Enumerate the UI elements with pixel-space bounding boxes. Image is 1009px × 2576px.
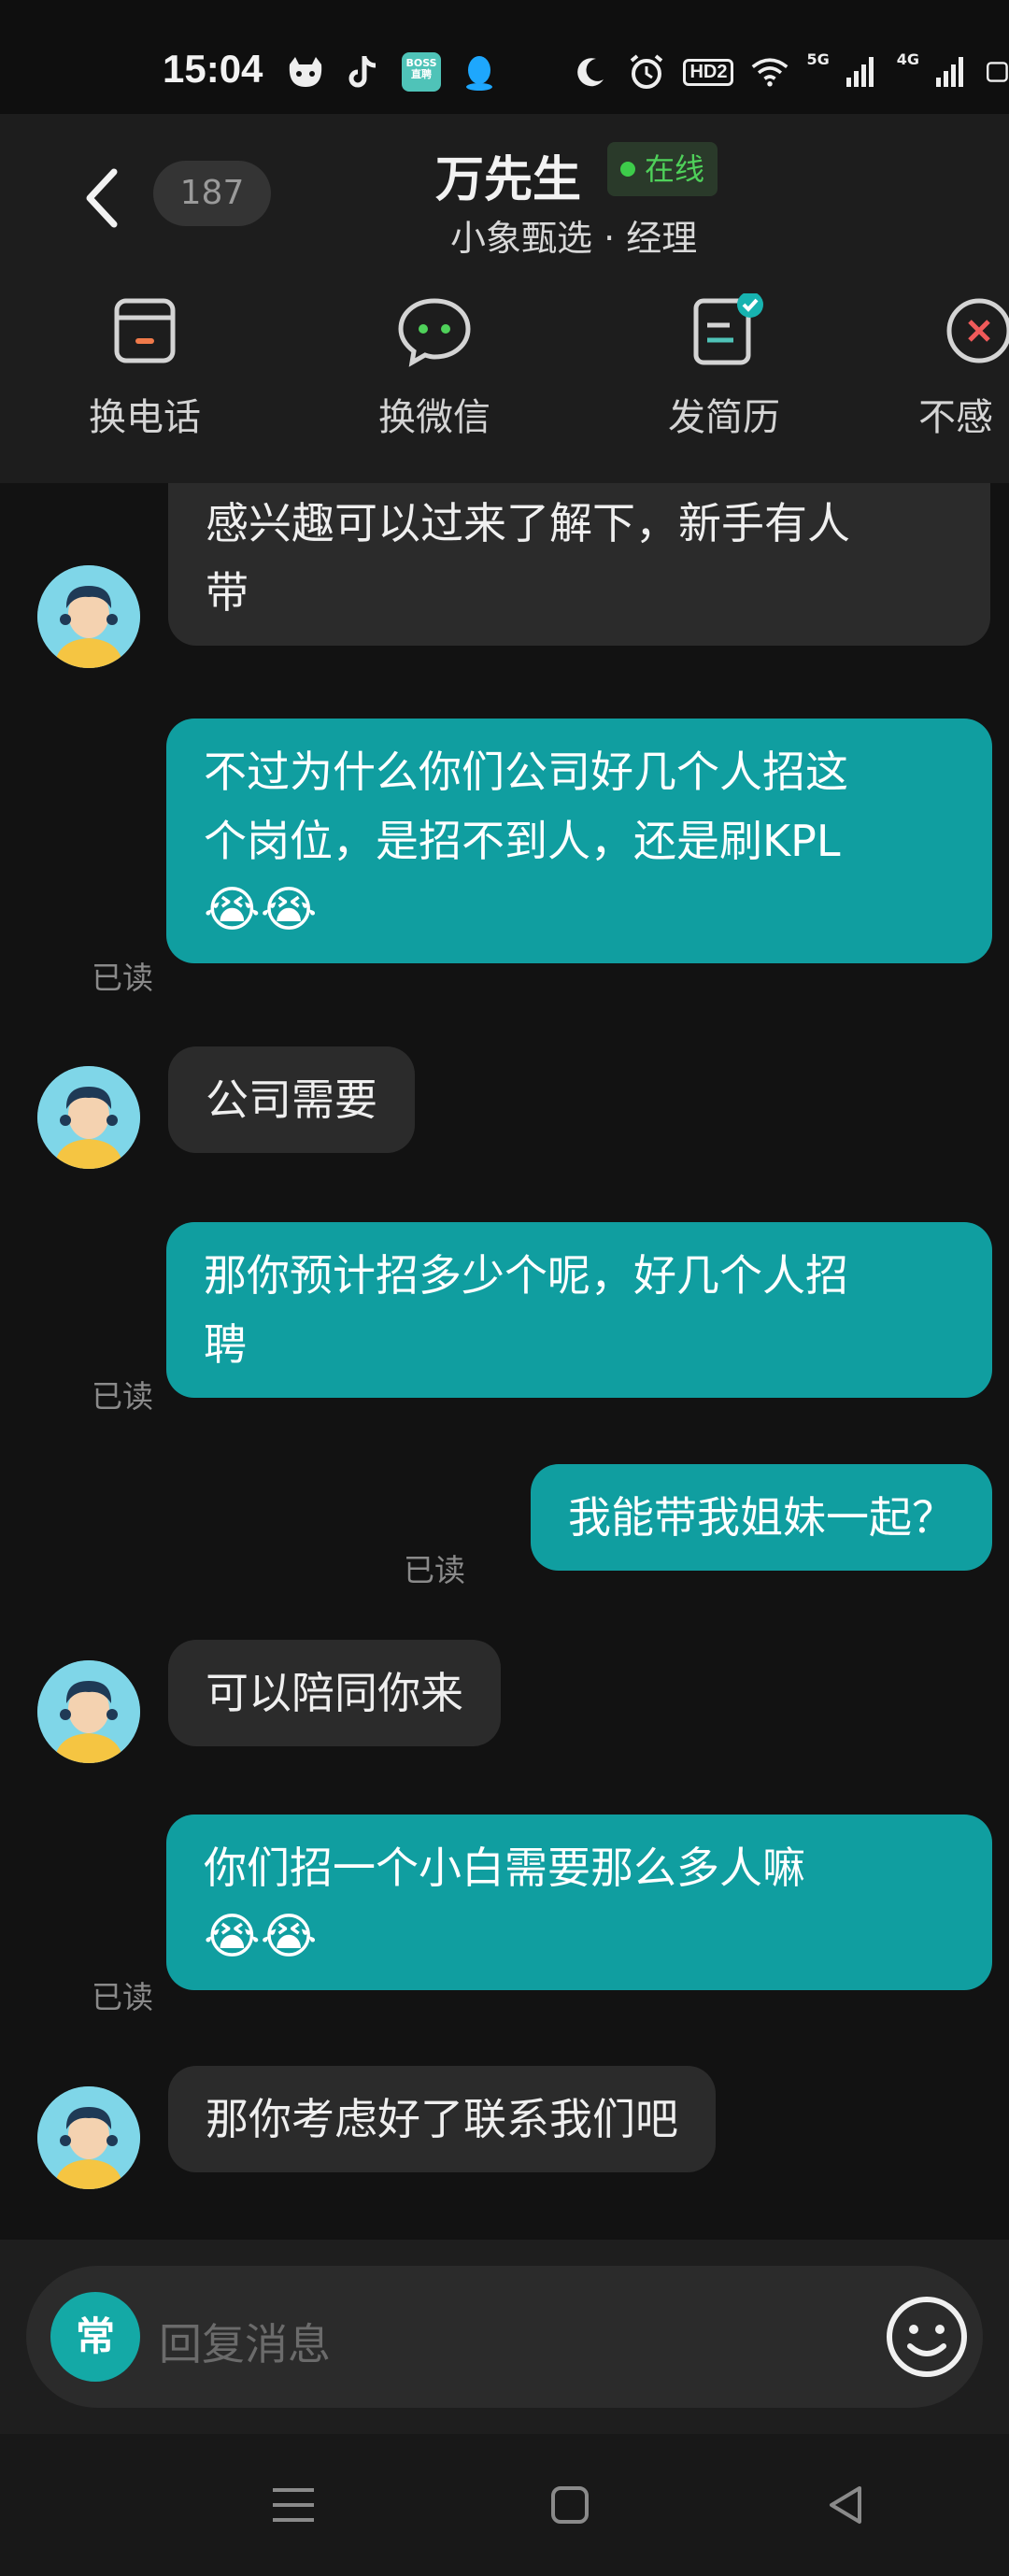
back-triangle-icon — [830, 2486, 861, 2524]
wifi-icon — [750, 52, 789, 92]
not-interested-button[interactable]: 不感 — [916, 293, 1009, 471]
common-phrases-button[interactable]: 常 — [50, 2292, 140, 2382]
system-icons: HD2 5G 4G — [571, 49, 1009, 95]
send-resume-button[interactable]: 发简历 — [631, 292, 817, 471]
back-nav-button[interactable] — [818, 2477, 874, 2533]
crying-emoji: 😭😭 — [204, 1909, 318, 1965]
message-line: 个岗位，是招不到人，还是刷KPL — [204, 816, 841, 866]
system-navigation-bar — [0, 2434, 1009, 2576]
contact-avatar[interactable] — [37, 1660, 140, 1763]
contact-avatar[interactable] — [37, 1066, 140, 1169]
message-input[interactable]: 常 回复消息 — [26, 2266, 983, 2408]
swap-wechat-button[interactable]: 换微信 — [341, 293, 528, 471]
online-status-badge: 在线 — [607, 142, 718, 196]
quick-actions-bar: 换电话 换微信 发简历 不感 — [0, 292, 1009, 471]
home-button[interactable] — [542, 2477, 598, 2533]
contact-avatar[interactable] — [37, 2086, 140, 2189]
read-receipt: 已读 — [404, 1552, 465, 1588]
net-4g-label: 4G — [896, 50, 919, 68]
menu-icon — [273, 2488, 314, 2522]
tiktok-icon — [344, 52, 383, 92]
read-receipt: 已读 — [92, 1979, 153, 2015]
message-line: 你们招一个小白需要那么多人嘛 — [204, 1843, 805, 1893]
wechat-bubble-icon — [397, 293, 472, 368]
message-line: 感兴趣可以过来了解下，新手有人 — [206, 498, 850, 548]
signal-5g-icon — [841, 52, 880, 92]
unread-count-badge[interactable]: 187 — [153, 161, 271, 226]
contact-name[interactable]: 万先生 — [435, 140, 581, 210]
not-interested-label: 不感 — [918, 396, 993, 439]
input-placeholder: 回复消息 — [159, 2319, 331, 2370]
signal-4g-icon — [931, 52, 970, 92]
message-line: 我能带我姐妹一起？ — [568, 1492, 955, 1543]
smiley-icon — [887, 2297, 967, 2377]
emoji-button[interactable] — [884, 2294, 970, 2380]
contact-avatar[interactable] — [37, 565, 140, 668]
chevron-left-icon — [86, 168, 118, 228]
net-5g-label: 5G — [806, 50, 830, 68]
swap-phone-button[interactable]: 换电话 — [51, 293, 238, 471]
read-receipt: 已读 — [92, 1378, 153, 1415]
home-square-icon — [551, 2486, 589, 2524]
qq-icon — [460, 52, 499, 92]
status-time: 15:04 — [163, 47, 263, 91]
battery-icon — [987, 52, 1009, 92]
message-line: 公司需要 — [206, 1075, 377, 1125]
outgoing-message-bubble[interactable]: 我能带我姐妹一起？ — [531, 1464, 992, 1571]
incoming-message-bubble[interactable]: 感兴趣可以过来了解下，新手有人 带 — [168, 483, 990, 646]
moon-icon — [571, 52, 610, 92]
online-dot-icon — [620, 162, 635, 177]
incoming-message-bubble[interactable]: 公司需要 — [168, 1046, 415, 1153]
message-line: 带 — [206, 567, 249, 618]
message-line: 那你考虑好了联系我们吧 — [206, 2094, 678, 2144]
swap-wechat-label: 换微信 — [378, 396, 490, 439]
online-status-label: 在线 — [645, 151, 705, 187]
outgoing-message-bubble[interactable]: 你们招一个小白需要那么多人嘛 😭😭 — [166, 1815, 992, 1990]
phone-card-icon — [107, 293, 182, 368]
message-line: 那你预计招多少个呢，好几个人招 — [204, 1250, 848, 1301]
recent-apps-button[interactable] — [265, 2477, 321, 2533]
contact-company-title[interactable]: 小象甄选 · 经理 — [450, 209, 697, 261]
status-bar: 15:04 BOSS直聘 HD2 5G 4G — [0, 0, 1009, 114]
crying-emoji: 😭😭 — [204, 882, 318, 938]
read-receipt: 已读 — [92, 960, 153, 996]
message-line: 可以陪同你来 — [206, 1668, 463, 1718]
incoming-message-bubble[interactable]: 可以陪同你来 — [168, 1640, 501, 1746]
notification-icons: BOSS直聘 — [286, 49, 499, 95]
send-resume-label: 发简历 — [668, 396, 780, 439]
message-line: 不过为什么你们公司好几个人招这 — [204, 747, 848, 797]
alarm-icon — [627, 52, 666, 92]
resume-check-icon — [687, 292, 763, 368]
incoming-message-bubble[interactable]: 那你考虑好了联系我们吧 — [168, 2066, 716, 2172]
boss-zhipin-icon: BOSS直聘 — [402, 52, 441, 92]
message-input-bar: 常 回复消息 — [0, 2240, 1009, 2434]
outgoing-message-bubble[interactable]: 那你预计招多少个呢，好几个人招 聘 — [166, 1222, 992, 1398]
message-line: 聘 — [204, 1319, 247, 1370]
chat-header: 187 万先生 在线 小象甄选 · 经理 换电话 换微信 发简历 不感 — [0, 114, 1009, 483]
cat-app-icon — [286, 52, 325, 92]
not-interested-icon — [942, 293, 1009, 368]
back-button[interactable] — [73, 161, 129, 235]
hd-icon: HD2 — [683, 58, 734, 86]
chat-messages[interactable]: 感兴趣可以过来了解下，新手有人 带 已读 不过为什么你们公司好几个人招这 个岗位… — [0, 483, 1009, 2240]
outgoing-message-bubble[interactable]: 不过为什么你们公司好几个人招这 个岗位，是招不到人，还是刷KPL 😭😭 — [166, 719, 992, 963]
swap-phone-label: 换电话 — [89, 396, 201, 439]
